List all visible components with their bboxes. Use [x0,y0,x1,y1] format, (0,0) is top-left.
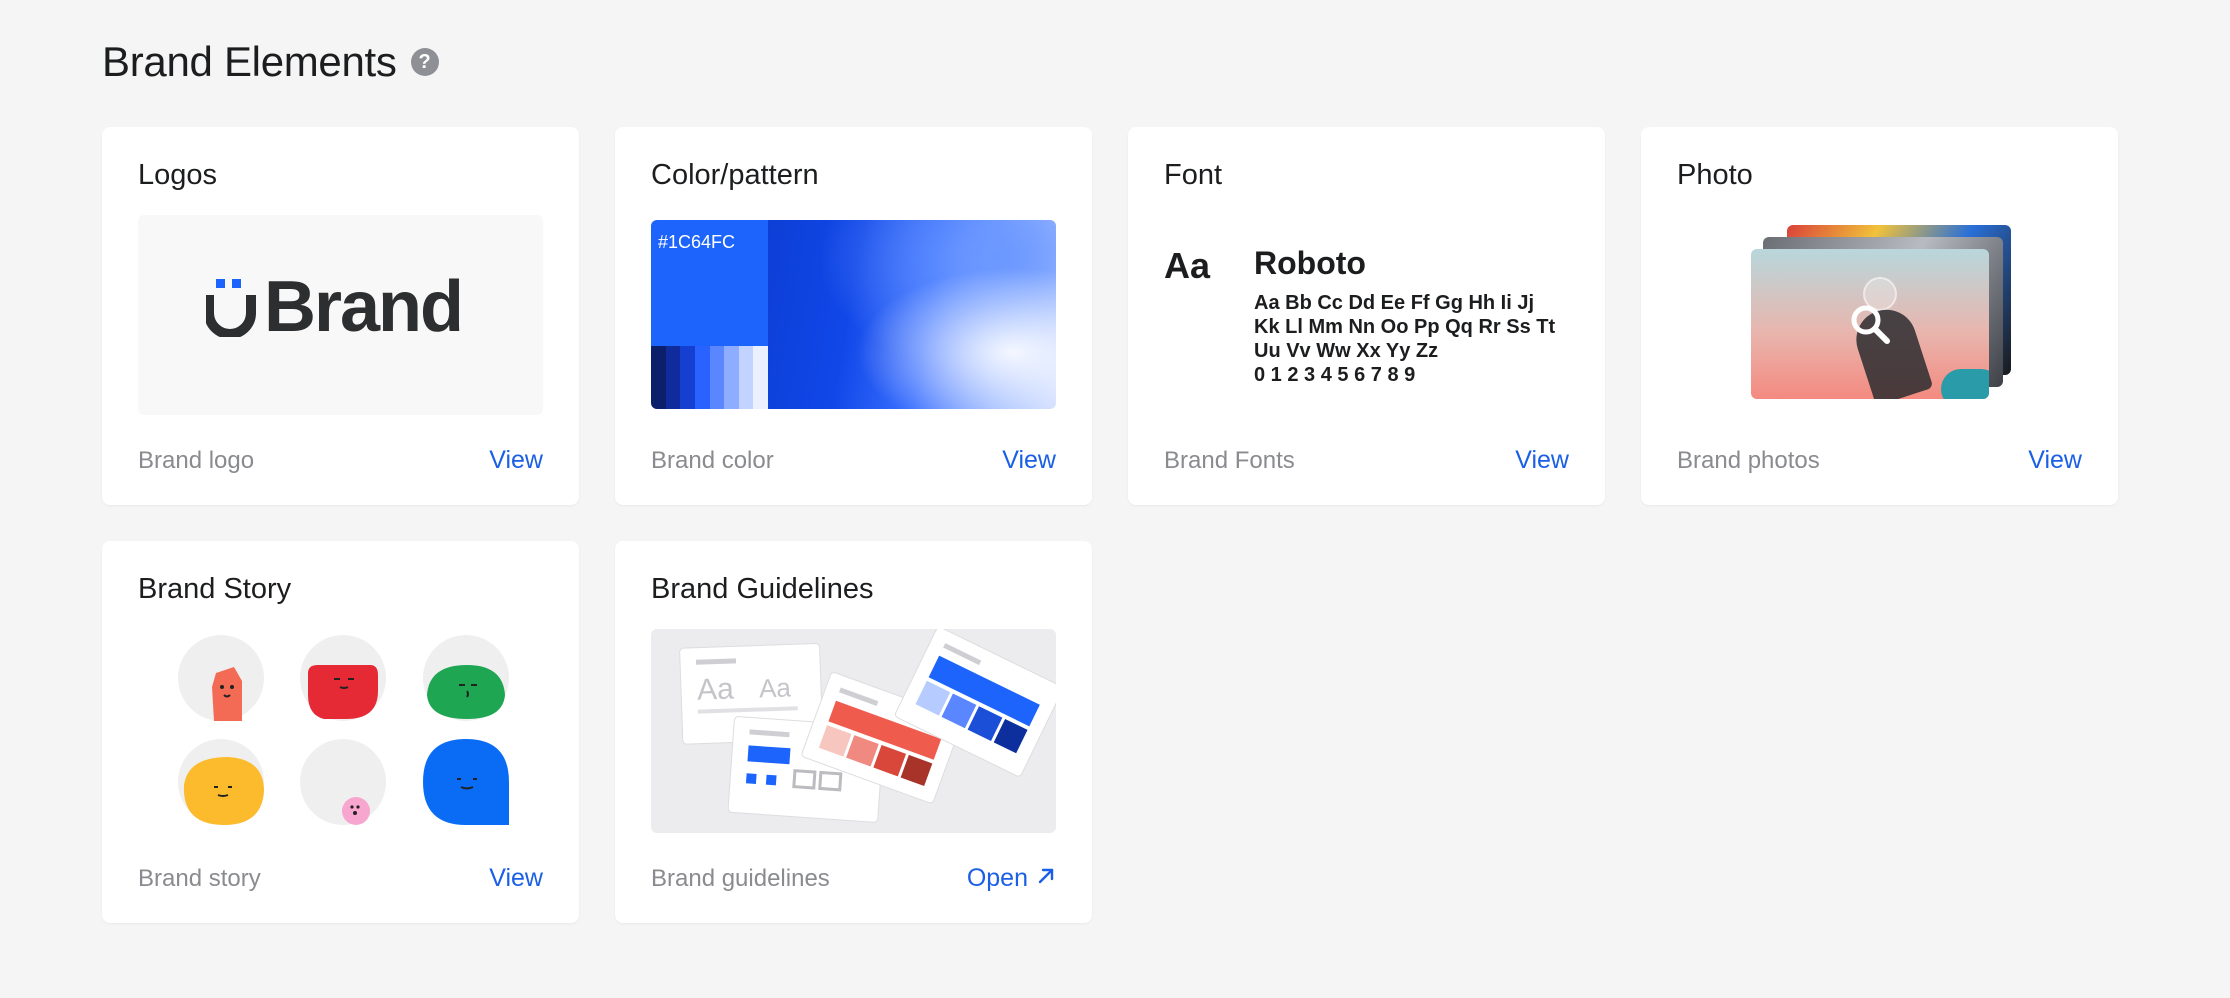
character-orange [178,635,264,721]
character-green [423,635,509,721]
question-circle-icon[interactable]: ? [410,48,439,76]
view-story-link[interactable]: View [489,864,543,893]
card-title: Color/pattern [651,159,819,191]
font-sample-line: Aa Bb Cc Dd Ee Ff Gg Hh Ii Jj [1254,292,1535,314]
character-yellow [178,739,264,825]
view-photos-link[interactable]: View [2028,446,2082,475]
card-footer-label: Brand Fonts [1164,447,1295,474]
primary-color-swatch: #1C64FC [651,220,768,346]
character-pink [300,739,386,825]
font-sample-line: Kk Ll Mm Nn Oo Pp Qq Rr Ss Tt [1254,316,1556,338]
color-preview: #1C64FC [651,220,1056,409]
card-title: Brand Story [138,573,292,605]
brand-logo: Brand [204,267,464,347]
font-name: Roboto [1254,245,1366,281]
svg-text:Aa: Aa [696,672,734,706]
font-sample-line: 0 1 2 3 4 5 6 7 8 9 [1254,364,1416,386]
view-logos-link[interactable]: View [489,446,543,475]
zoom-search-icon[interactable] [1849,303,1891,350]
open-guidelines-label: Open [966,864,1028,892]
card-title: Font [1164,159,1223,191]
logo-wordmark: Brand [264,267,464,347]
card-footer-label: Brand color [651,447,774,474]
card-title: Brand Guidelines [651,573,874,605]
card-footer-label: Brand guidelines [651,865,830,892]
card-footer-label: Brand logo [138,447,255,474]
card-title: Logos [138,159,218,191]
story-characters [174,635,509,831]
logo-mark-icon [204,277,262,339]
primary-color-hex: #1C64FC [658,232,736,252]
font-card[interactable]: Font Aa Roboto Aa Bb Cc Dd Ee Ff Gg Hh I… [1128,127,1605,505]
card-footer-label: Brand story [138,865,261,892]
color-palette [651,346,768,409]
card-title: Photo [1677,159,1753,191]
color-card[interactable]: Color/pattern #1C64FC Brand color View [615,127,1092,505]
font-sample-aa: Aa [1164,245,1211,286]
brand-story-card[interactable]: Brand Story Brand story View [102,541,579,923]
svg-text:Aa: Aa [758,672,791,703]
font-sample-text: Aa Bb Cc Dd Ee Ff Gg Hh Ii Jj Kk Ll Mm N… [1254,291,1584,387]
view-fonts-link[interactable]: View [1515,446,1569,475]
logo-preview: Brand [138,215,543,415]
pattern-preview [768,220,1056,409]
page-heading: Brand Elements [102,38,397,85]
open-guidelines-link[interactable]: Open [967,864,1056,893]
external-arrow-icon [1036,864,1056,893]
brand-guidelines-card[interactable]: Brand Guidelines Aa Aa Brand guidelines … [615,541,1092,923]
view-color-link[interactable]: View [1002,446,1056,475]
photo-stack-preview [1751,225,2011,399]
font-sample-line: Uu Vv Ww Xx Yy Zz [1254,340,1439,362]
photo-card[interactable]: Photo Brand photos View [1641,127,2118,505]
guidelines-preview: Aa Aa [651,629,1056,833]
card-footer-label: Brand photos [1677,447,1820,474]
character-blue [423,739,509,825]
character-red [300,635,386,721]
page-title: Brand Elements ? [102,38,439,86]
logos-card[interactable]: Logos Brand Brand logo View [102,127,579,505]
